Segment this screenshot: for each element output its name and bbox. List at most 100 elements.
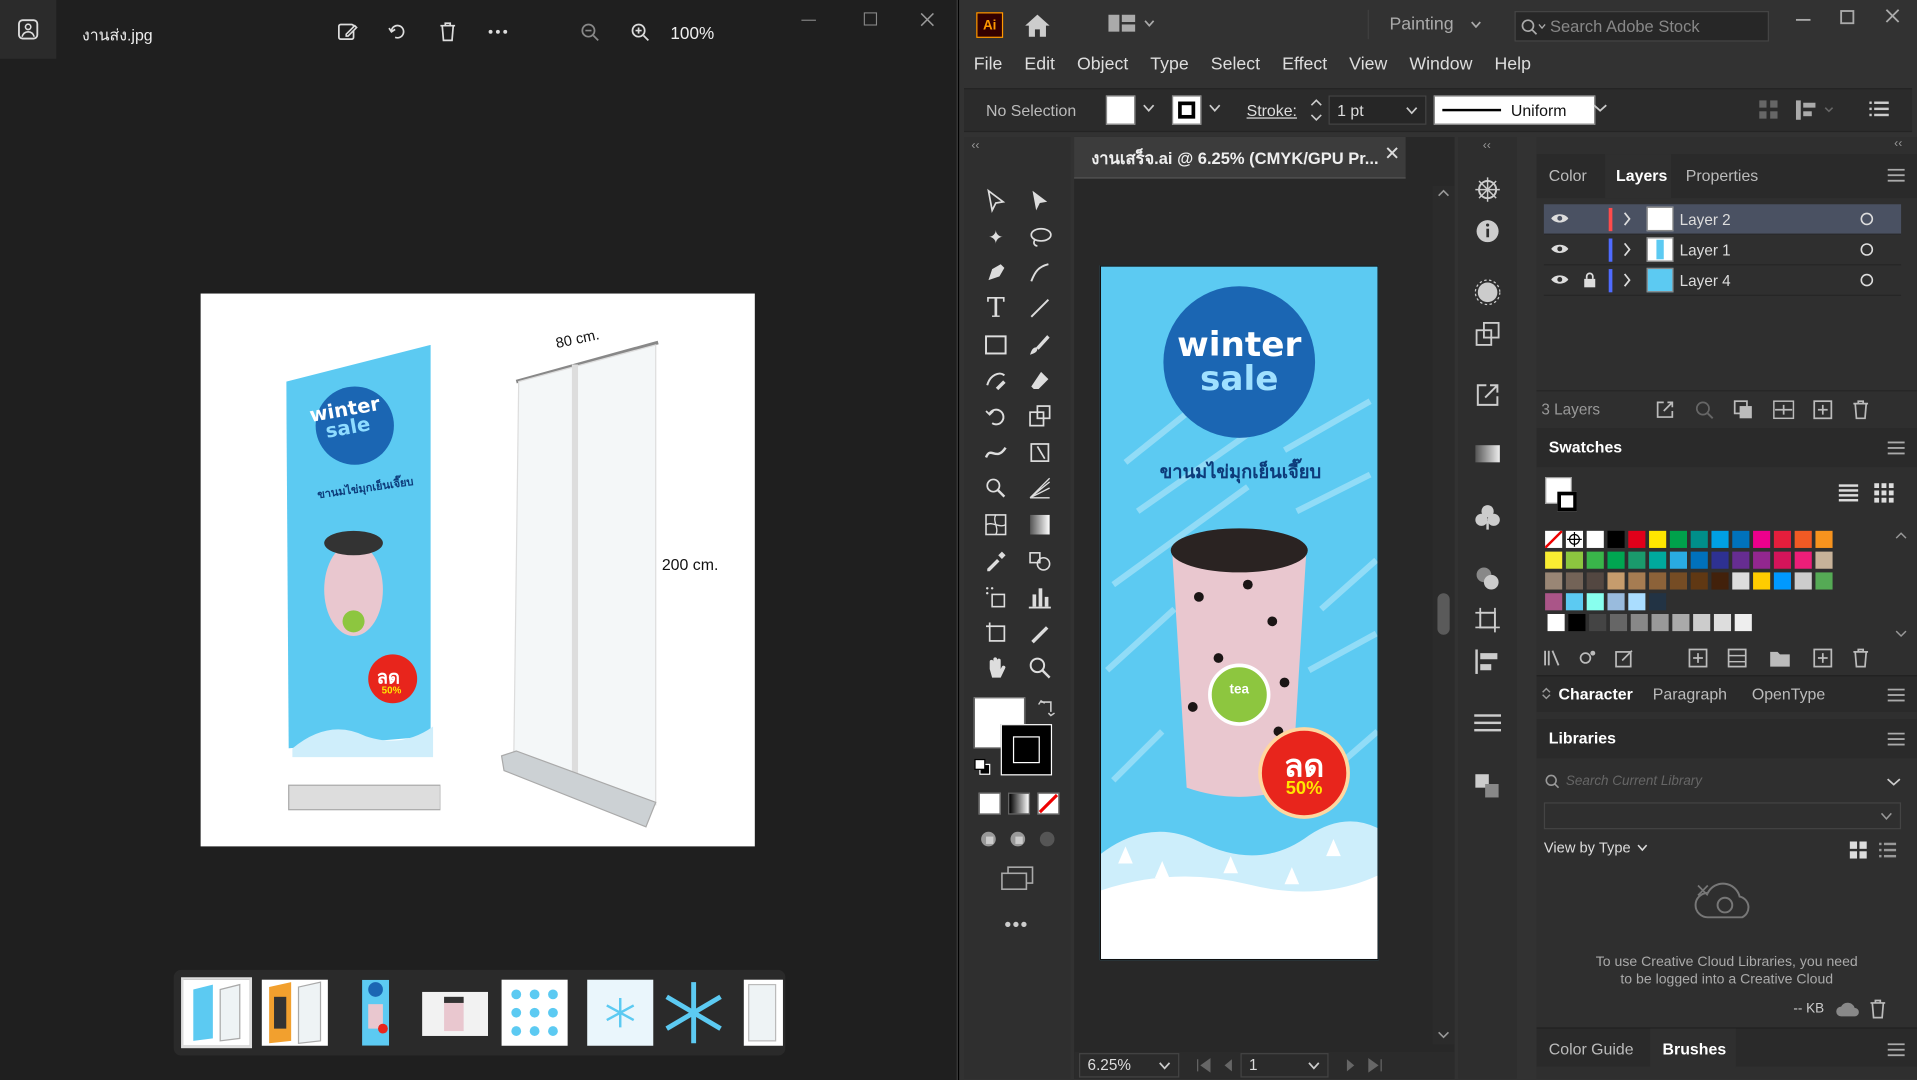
direct-selection-tool-icon[interactable]	[1025, 186, 1054, 215]
info-icon[interactable]	[1474, 218, 1501, 245]
list-view-icon[interactable]	[1879, 841, 1897, 858]
library-dropdown[interactable]	[1543, 802, 1902, 830]
layer-row[interactable]: Layer 1	[1543, 235, 1902, 266]
color-swatch[interactable]	[1547, 613, 1565, 632]
color-swatch[interactable]	[1609, 613, 1628, 632]
zoom-field[interactable]: 6.25%	[1078, 1053, 1180, 1078]
close-tab-icon[interactable]	[1386, 147, 1398, 159]
color-swatch[interactable]	[1753, 572, 1771, 590]
color-swatch[interactable]	[1773, 530, 1791, 548]
stroke-color[interactable]	[1000, 724, 1053, 776]
tab-opentype[interactable]: OpenType	[1752, 685, 1825, 703]
color-swatch[interactable]	[1649, 551, 1667, 569]
color-swatch[interactable]	[1607, 551, 1625, 569]
color-swatch[interactable]	[1565, 572, 1584, 590]
color-swatch[interactable]	[1690, 572, 1708, 590]
color-swatch[interactable]	[1607, 593, 1625, 611]
color-swatch[interactable]	[1565, 593, 1584, 611]
last-artboard-icon[interactable]	[1368, 1058, 1383, 1073]
minimize-button[interactable]	[801, 19, 816, 22]
gradient-mode-button[interactable]	[1008, 792, 1031, 815]
color-swatch[interactable]	[1649, 572, 1667, 590]
fill-swatch[interactable]	[1105, 95, 1136, 125]
menu-file[interactable]: File	[974, 55, 1003, 75]
perspective-grid-tool-icon[interactable]	[1025, 473, 1054, 502]
pathfinder-icon[interactable]	[1474, 565, 1501, 592]
thumbnail-snowflake-large[interactable]	[660, 979, 727, 1046]
color-swatch[interactable]	[1545, 593, 1563, 611]
color-swatch[interactable]	[1690, 551, 1708, 569]
eraser-tool-icon[interactable]	[1025, 366, 1054, 395]
menu-window[interactable]: Window	[1409, 55, 1472, 75]
symbol-sprayer-tool-icon[interactable]	[981, 582, 1010, 611]
color-swatch[interactable]	[1607, 572, 1625, 590]
eye-icon[interactable]	[1550, 212, 1570, 225]
color-swatch[interactable]	[1628, 593, 1646, 611]
minimize-button[interactable]	[1795, 17, 1811, 22]
color-swatch[interactable]	[1794, 551, 1812, 569]
stroke-stepper[interactable]	[1305, 94, 1327, 126]
first-artboard-icon[interactable]	[1196, 1058, 1211, 1073]
edit-toolbar-icon[interactable]: •••	[1004, 915, 1028, 937]
maximize-button[interactable]	[1840, 10, 1855, 25]
color-swatch[interactable]	[1669, 551, 1687, 569]
layer-row[interactable]: Layer 2	[1543, 204, 1902, 235]
artboard-number-field[interactable]: 1	[1240, 1053, 1329, 1078]
screen-mode-icon[interactable]	[1001, 866, 1035, 890]
color-swatch[interactable]	[1815, 530, 1833, 548]
rectangle-tool-icon[interactable]	[981, 330, 1010, 359]
swatch-libraries-icon[interactable]	[1544, 648, 1566, 668]
align-left-icon[interactable]	[1474, 648, 1501, 675]
new-color-group-icon[interactable]	[1769, 648, 1791, 668]
hand-tool-icon[interactable]	[981, 653, 1010, 682]
color-swatch[interactable]	[1690, 530, 1708, 548]
tab-layers[interactable]: Layers	[1616, 166, 1667, 184]
color-swatch[interactable]	[1815, 572, 1833, 590]
delete-library-icon[interactable]	[1869, 999, 1886, 1019]
home-button[interactable]	[1023, 12, 1052, 39]
shape-builder-tool-icon[interactable]	[981, 473, 1010, 502]
properties-menu-icon[interactable]	[1474, 712, 1502, 734]
color-swatch[interactable]	[1568, 613, 1586, 632]
gradient-tool-icon[interactable]	[1025, 510, 1054, 539]
color-swatch[interactable]	[1607, 530, 1625, 548]
color-swatch[interactable]	[1649, 593, 1667, 611]
rotate-tool-icon[interactable]	[981, 401, 1010, 430]
chevron-down-icon[interactable]	[1143, 104, 1155, 113]
color-swatch[interactable]	[1753, 530, 1771, 548]
chevron-down-icon[interactable]	[1209, 104, 1221, 113]
collapse-toggle-icon[interactable]	[1541, 686, 1551, 701]
panel-menu-icon[interactable]	[1887, 168, 1905, 182]
edit-image-button[interactable]	[332, 16, 364, 48]
variable-width-profile[interactable]: Uniform	[1433, 95, 1596, 125]
color-swatch[interactable]	[1672, 613, 1690, 632]
color-swatch[interactable]	[1565, 530, 1584, 548]
color-swatch[interactable]	[1586, 551, 1604, 569]
color-swatch[interactable]	[1628, 572, 1646, 590]
panel-menu-icon[interactable]	[1887, 688, 1905, 702]
zoom-level[interactable]: 100%	[670, 23, 714, 43]
color-swatch[interactable]	[1773, 572, 1791, 590]
thumbnail-banner-stand[interactable]	[181, 977, 253, 1049]
arrange-documents-button[interactable]	[1108, 14, 1155, 32]
new-swatch-icon[interactable]	[1813, 648, 1833, 668]
tab-character[interactable]: Character	[1559, 685, 1633, 703]
view-by-type-dropdown[interactable]: View by Type	[1544, 839, 1648, 856]
cloud-sync-icon[interactable]	[1835, 1000, 1859, 1017]
swatch-grid[interactable]	[1545, 530, 1888, 639]
color-swatch[interactable]	[1693, 613, 1711, 632]
color-swatch[interactable]	[1669, 530, 1687, 548]
color-swatch[interactable]	[1649, 530, 1667, 548]
align-grid-icon[interactable]	[1759, 100, 1779, 120]
blend-tool-icon[interactable]	[1025, 546, 1054, 575]
color-swatch[interactable]	[1586, 572, 1604, 590]
menu-effect[interactable]: Effect	[1282, 55, 1327, 75]
color-swatch[interactable]	[1794, 572, 1812, 590]
locate-object-icon[interactable]	[1694, 400, 1714, 420]
panel-menu-icon[interactable]	[1887, 732, 1905, 746]
align-panel-icon[interactable]	[1474, 607, 1501, 634]
zoom-out-button[interactable]	[574, 16, 606, 48]
color-swatch[interactable]	[1565, 551, 1584, 569]
eyedropper-tool-icon[interactable]	[981, 546, 1010, 575]
color-groups-icon[interactable]	[1727, 648, 1747, 668]
